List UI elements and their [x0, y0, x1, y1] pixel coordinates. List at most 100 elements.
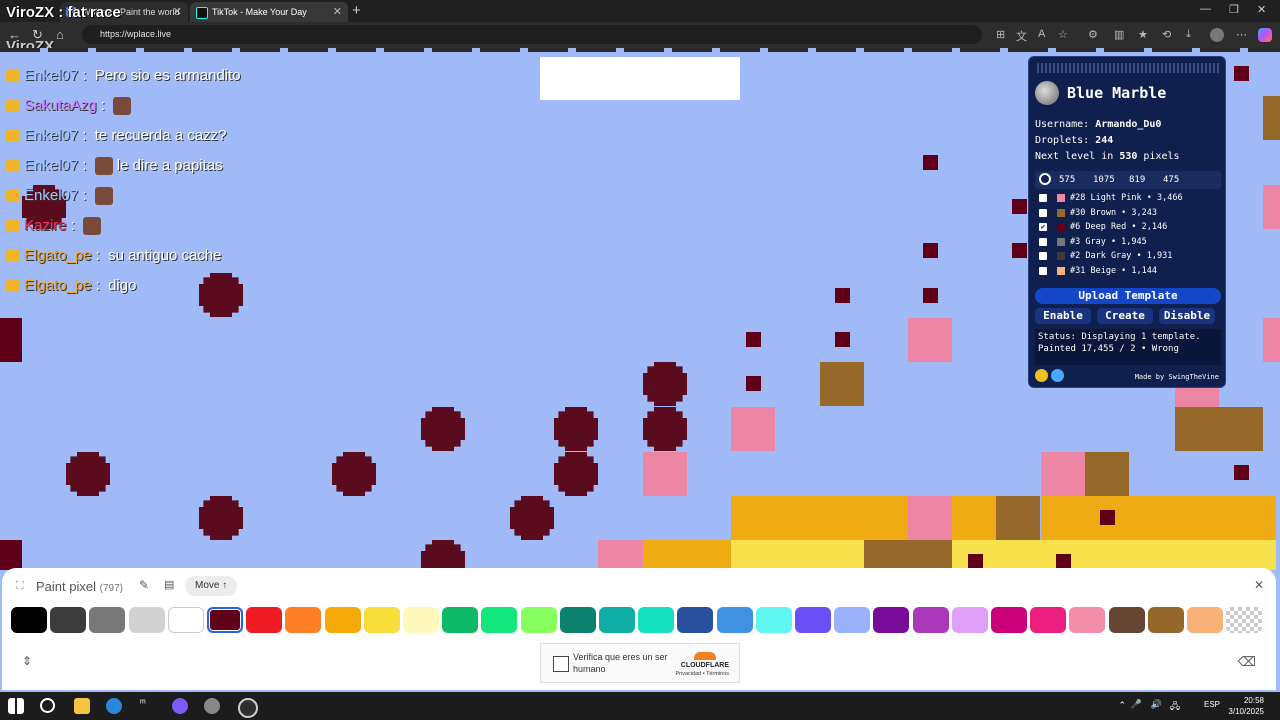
url-field[interactable]: https://wplace.live: [82, 25, 982, 44]
color-swatch[interactable]: [324, 607, 361, 633]
move-button[interactable]: Move ↑: [185, 576, 238, 596]
start-icon[interactable]: [8, 698, 24, 714]
tab-tiktok[interactable]: TikTok - Make Your Day ✕: [190, 2, 348, 22]
template-color-row[interactable]: #28 Light Pink • 3,466: [1035, 191, 1215, 205]
expand-icon[interactable]: ⇕: [22, 654, 32, 668]
color-swatch[interactable]: [285, 607, 322, 633]
split-screen-icon[interactable]: ▥: [1114, 28, 1124, 41]
coord-tile-x[interactable]: 575: [1059, 175, 1075, 185]
app-icon[interactable]: ᵐ: [140, 698, 156, 714]
microphone-icon[interactable]: 🎤: [1131, 699, 1142, 710]
color-swatch[interactable]: [716, 607, 753, 633]
color-swatch[interactable]: [559, 607, 596, 633]
color-swatch[interactable]: [167, 607, 204, 633]
volume-icon[interactable]: 🔊: [1151, 699, 1162, 710]
color-swatch[interactable]: [1069, 607, 1106, 633]
minimize-icon[interactable]: —: [1200, 3, 1211, 15]
edge-icon[interactable]: [106, 698, 122, 714]
pencil-icon[interactable]: ✎: [139, 578, 149, 592]
collapse-icon[interactable]: ⛶: [16, 580, 24, 593]
create-button[interactable]: Create: [1097, 308, 1153, 324]
captcha-legal-links[interactable]: Privacidad • Términos: [676, 671, 729, 677]
color-swatch[interactable]: [50, 607, 87, 633]
color-swatch[interactable]: [1187, 607, 1223, 633]
color-swatch[interactable]: [912, 607, 949, 633]
color-swatch[interactable]: [1147, 607, 1184, 633]
close-window-icon[interactable]: ✕: [1257, 3, 1266, 16]
emoji-icon[interactable]: [1035, 369, 1048, 382]
close-tab-icon[interactable]: ✕: [333, 2, 342, 22]
color-swatch[interactable]: [403, 607, 439, 633]
profile-avatar[interactable]: [1210, 28, 1224, 42]
color-swatch[interactable]: [11, 607, 47, 633]
extensions-icon[interactable]: ⚙: [1088, 28, 1098, 41]
target-icon[interactable]: [1039, 173, 1051, 185]
file-explorer-icon[interactable]: [74, 698, 90, 714]
color-swatch[interactable]: [991, 607, 1027, 633]
color-swatch[interactable]: [128, 607, 165, 633]
color-swatch[interactable]: [951, 607, 988, 633]
blue-marble-panel[interactable]: Blue Marble Username: Armando_Du0 Drople…: [1028, 56, 1226, 388]
discord-icon[interactable]: [172, 698, 188, 714]
color-swatch[interactable]: [1108, 607, 1145, 633]
color-swatch[interactable]: [795, 607, 831, 633]
tray-chevron-icon[interactable]: ⌃: [1118, 700, 1126, 711]
color-swatch[interactable]: [363, 607, 400, 633]
maximize-icon[interactable]: ❐: [1229, 3, 1239, 16]
color-swatch[interactable]: [873, 607, 910, 633]
color-toggle-checkbox[interactable]: [1039, 267, 1047, 275]
color-swatch[interactable]: [520, 607, 557, 633]
search-icon[interactable]: [40, 698, 55, 713]
more-menu-icon[interactable]: ⋯: [1236, 28, 1247, 41]
eraser-icon[interactable]: ⌫: [1238, 654, 1256, 670]
drag-handle[interactable]: [1037, 63, 1219, 73]
translate-icon[interactable]: 文: [1016, 28, 1027, 44]
home-icon[interactable]: ⌂: [56, 27, 64, 42]
new-tab-button[interactable]: +: [352, 2, 361, 20]
language-indicator[interactable]: ESP: [1204, 700, 1220, 709]
upload-template-button[interactable]: Upload Template: [1035, 288, 1221, 304]
close-tab-icon[interactable]: ✕: [173, 2, 182, 22]
settings-icon[interactable]: [1051, 369, 1064, 382]
color-swatch[interactable]: [1030, 607, 1067, 633]
template-color-row[interactable]: #3 Gray • 1,945: [1035, 235, 1215, 249]
coord-pixel-y[interactable]: 475: [1163, 175, 1179, 185]
color-swatch[interactable]: [207, 607, 243, 633]
color-swatch[interactable]: [246, 607, 283, 633]
clock[interactable]: 20:58 3/10/2025: [1228, 695, 1264, 717]
steam-icon[interactable]: [204, 698, 220, 714]
favorite-icon[interactable]: ☆: [1058, 28, 1068, 41]
color-toggle-checkbox[interactable]: [1039, 252, 1047, 261]
color-toggle-checkbox[interactable]: ✔: [1039, 223, 1047, 232]
color-swatch[interactable]: [481, 607, 518, 633]
keyboard-icon[interactable]: ▤: [164, 578, 174, 591]
color-swatch[interactable]: [638, 607, 675, 633]
template-color-row[interactable]: #2 Dark Gray • 1,931: [1035, 249, 1215, 263]
copilot-icon[interactable]: [1258, 28, 1272, 42]
color-toggle-checkbox[interactable]: [1039, 194, 1047, 202]
template-color-row[interactable]: #31 Beige • 1,144: [1035, 264, 1215, 278]
obs-icon[interactable]: [238, 698, 258, 718]
read-aloud-icon[interactable]: A: [1038, 28, 1045, 40]
transparent-color-swatch[interactable]: [1226, 607, 1263, 633]
color-swatch[interactable]: [89, 607, 126, 633]
color-swatch[interactable]: [834, 607, 871, 633]
collections-icon[interactable]: ★: [1138, 28, 1148, 41]
color-swatch[interactable]: [442, 607, 479, 633]
color-swatch[interactable]: [755, 607, 792, 633]
coord-tile-y[interactable]: 1075: [1093, 175, 1115, 185]
coordinates-row[interactable]: 575 1075 819 475: [1035, 171, 1221, 189]
color-toggle-checkbox[interactable]: [1039, 237, 1047, 246]
network-icon[interactable]: 🖧: [1170, 699, 1180, 715]
app-available-icon[interactable]: ⊞: [996, 28, 1005, 41]
history-icon[interactable]: ⟲: [1162, 28, 1171, 41]
captcha-checkbox[interactable]: [553, 656, 569, 672]
close-icon[interactable]: ✕: [1254, 578, 1264, 592]
downloads-icon[interactable]: ⤓: [1186, 28, 1191, 41]
disable-button[interactable]: Disable: [1159, 308, 1215, 324]
template-color-row[interactable]: #30 Brown • 3,243: [1035, 206, 1215, 220]
color-swatch[interactable]: [677, 607, 714, 633]
color-toggle-checkbox[interactable]: [1039, 208, 1047, 217]
template-color-row[interactable]: ✔ #6 Deep Red • 2,146: [1035, 220, 1215, 234]
coord-pixel-x[interactable]: 819: [1129, 175, 1145, 185]
